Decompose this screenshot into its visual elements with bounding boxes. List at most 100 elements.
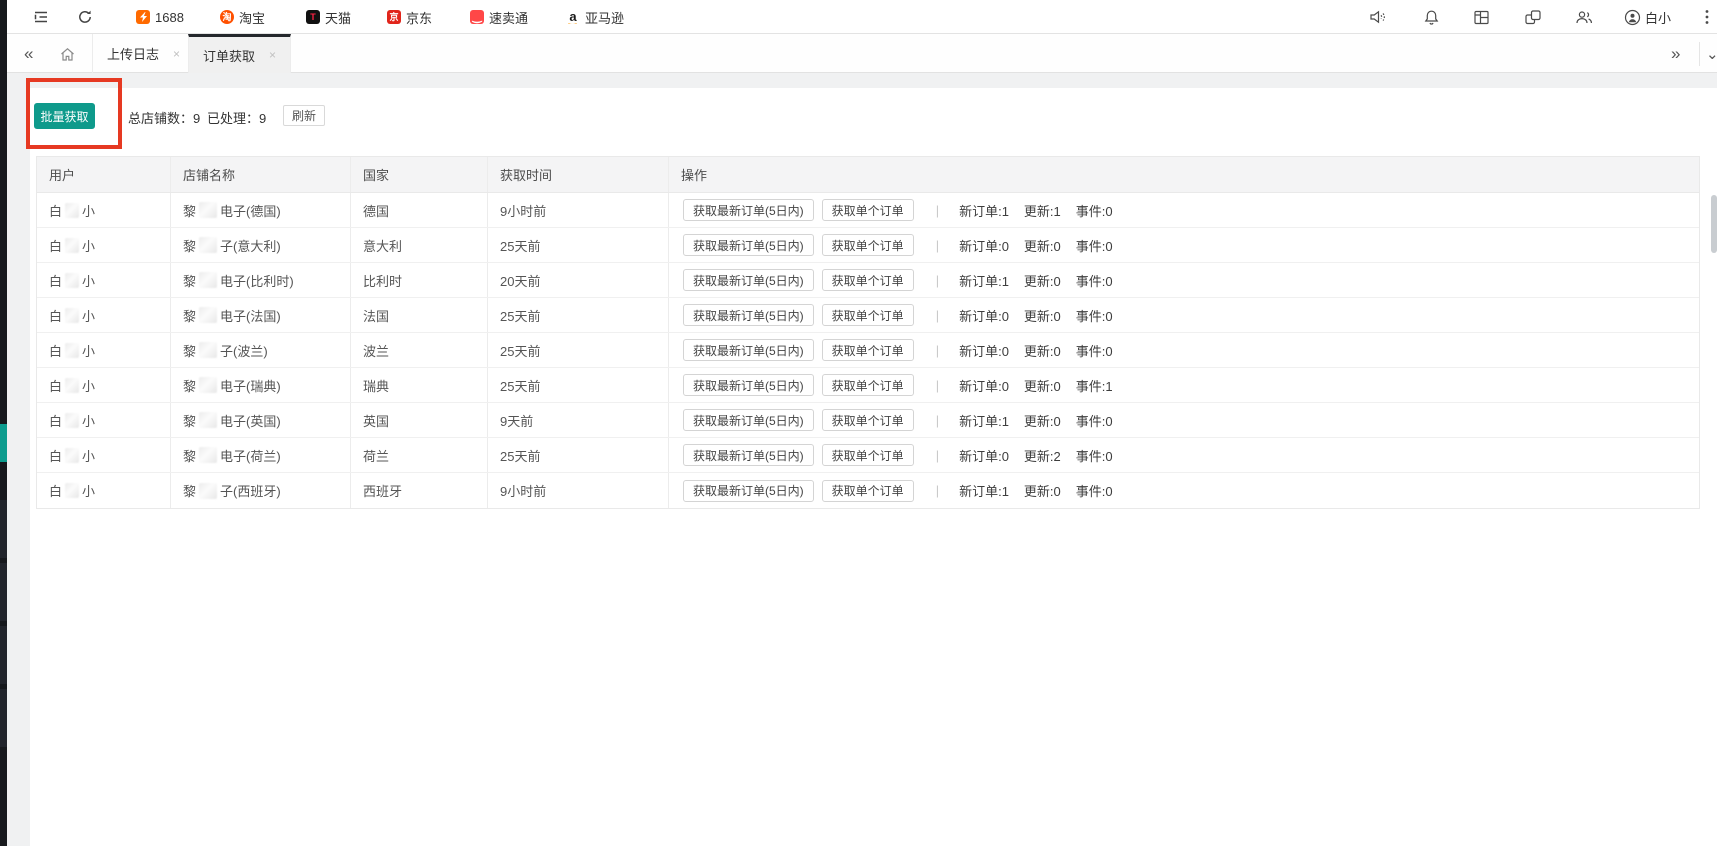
fetch-single-order-button[interactable]: 获取单个订单 [822, 339, 914, 361]
user-name-suffix: 小 [82, 481, 95, 500]
updates-stat: 更新:2 [1024, 446, 1061, 465]
notification-bell-icon[interactable] [1423, 0, 1440, 34]
user-name-prefix: 白 [49, 271, 62, 290]
col-header-user: 用户 [37, 157, 171, 192]
bookmark-1688[interactable]: 1688 [136, 0, 184, 34]
actions-cell: 获取最新订单(5日内) 获取单个订单 | 新订单:1 更新:1 事件:0 [669, 193, 1699, 227]
bookmark-tmall-icon: T [306, 10, 320, 24]
fetch-time-cell: 25天前 [488, 228, 669, 262]
bookmark-label: 天猫 [325, 8, 351, 27]
censored-text [199, 307, 217, 323]
table-body: 白 小 黎 电子(德国) 德国 9小时前 获取最新订单(5日内) 获取单个订单 … [37, 193, 1699, 508]
order-fetch-panel: 批量获取 总店铺数：9 已处理：9 刷新 用户 店铺名称 国家 获取时间 操作 … [30, 88, 1717, 846]
shop-name-prefix: 黎 [183, 411, 196, 430]
user-name-prefix: 白 [49, 306, 62, 325]
page-tab-bar: « 上传日志 × 订单获取 × » ⌄ [7, 34, 1717, 73]
censored-text [65, 343, 79, 358]
account-menu[interactable]: 白小 [1624, 0, 1671, 34]
bookmark-amazon[interactable]: a 亚马逊 [566, 0, 624, 34]
shop-name-prefix: 黎 [183, 236, 196, 255]
fetch-latest-orders-button[interactable]: 获取最新订单(5日内) [683, 199, 814, 221]
sidebar-strip-segment [0, 563, 7, 621]
new-orders-stat: 新订单:0 [959, 236, 1009, 255]
user-name-prefix: 白 [49, 376, 62, 395]
apps-grid-icon[interactable] [1473, 0, 1490, 34]
shop-name-suffix: 电子(德国) [220, 201, 281, 220]
home-tab-icon[interactable] [59, 34, 76, 73]
annotation-highlight-rect [26, 78, 122, 149]
tab-label: 订单获取 [203, 46, 255, 65]
tab-close-icon[interactable]: × [269, 48, 276, 62]
fetch-time-cell: 25天前 [488, 368, 669, 402]
events-stat: 事件:0 [1076, 201, 1113, 220]
total-shops-stat: 总店铺数：9 [128, 108, 200, 127]
fetch-single-order-button[interactable]: 获取单个订单 [822, 234, 914, 256]
fetch-latest-orders-button[interactable]: 获取最新订单(5日内) [683, 339, 814, 361]
refresh-icon[interactable] [77, 0, 93, 34]
tabs-scroll-right-icon[interactable]: » [1671, 34, 1680, 73]
fetch-latest-orders-button[interactable]: 获取最新订单(5日内) [683, 409, 814, 431]
new-orders-stat: 新订单:1 [959, 411, 1009, 430]
refresh-button[interactable]: 刷新 [283, 105, 325, 126]
events-stat: 事件:0 [1076, 411, 1113, 430]
fetch-latest-orders-button[interactable]: 获取最新订单(5日内) [683, 304, 814, 326]
fetch-single-order-button[interactable]: 获取单个订单 [822, 444, 914, 466]
shop-cell: 黎 电子(法国) [171, 298, 351, 332]
account-name: 白小 [1645, 8, 1671, 27]
fetch-latest-orders-button[interactable]: 获取最新订单(5日内) [683, 269, 814, 291]
menu-fold-icon[interactable] [33, 0, 49, 34]
fetch-single-order-button[interactable]: 获取单个订单 [822, 409, 914, 431]
tab-close-icon[interactable]: × [173, 47, 180, 61]
separator: | [936, 448, 939, 463]
tab-order-fetch[interactable]: 订单获取 × [188, 34, 291, 73]
tabs-menu-icon[interactable]: ⌄ [1706, 34, 1717, 73]
tabs-scroll-left-icon[interactable]: « [24, 34, 33, 73]
table-row: 白 小 黎 子(波兰) 波兰 25天前 获取最新订单(5日内) 获取单个订单 |… [37, 333, 1699, 368]
col-header-country: 国家 [351, 157, 488, 192]
sidebar-strip-segment [0, 626, 7, 684]
fetch-single-order-button[interactable]: 获取单个订单 [822, 480, 914, 502]
fetch-latest-orders-button[interactable]: 获取最新订单(5日内) [683, 480, 814, 502]
events-stat: 事件:1 [1076, 376, 1113, 395]
bookmark-label: 淘宝 [239, 8, 265, 27]
sidebar-active-indicator[interactable] [0, 424, 7, 462]
updates-stat: 更新:0 [1024, 411, 1061, 430]
tab-upload-log[interactable]: 上传日志 × [92, 34, 195, 73]
bookmark-taobao[interactable]: 淘 淘宝 [220, 0, 265, 34]
table-row: 白 小 黎 子(西班牙) 西班牙 9小时前 获取最新订单(5日内) 获取单个订单… [37, 473, 1699, 508]
fetch-single-order-button[interactable]: 获取单个订单 [822, 199, 914, 221]
new-orders-stat: 新订单:0 [959, 376, 1009, 395]
events-stat: 事件:0 [1076, 271, 1113, 290]
censored-text [65, 378, 79, 393]
shop-name-suffix: 电子(英国) [220, 411, 281, 430]
censored-text [199, 447, 217, 463]
browser-toolbar: 1688 淘 淘宝 T 天猫 京 京东 ‿ 速卖通 a 亚马逊 [7, 0, 1717, 34]
fetch-latest-orders-button[interactable]: 获取最新订单(5日内) [683, 444, 814, 466]
col-header-time: 获取时间 [488, 157, 669, 192]
censored-text [199, 342, 217, 358]
scrollbar-thumb[interactable] [1711, 195, 1717, 253]
fetch-latest-orders-button[interactable]: 获取最新订单(5日内) [683, 374, 814, 396]
fetch-single-order-button[interactable]: 获取单个订单 [822, 304, 914, 326]
censored-text [199, 412, 217, 428]
col-header-actions: 操作 [669, 157, 1699, 192]
censored-text [199, 202, 217, 218]
censored-text [199, 237, 217, 253]
bookmark-jd[interactable]: 京 京东 [387, 0, 432, 34]
fetch-single-order-button[interactable]: 获取单个订单 [822, 269, 914, 291]
users-icon[interactable] [1575, 0, 1593, 34]
bookmark-taobao-icon: 淘 [220, 10, 234, 24]
fetch-latest-orders-button[interactable]: 获取最新订单(5日内) [683, 234, 814, 256]
switch-windows-icon[interactable] [1524, 0, 1542, 34]
sound-icon[interactable] [1369, 0, 1387, 34]
censored-text [65, 238, 79, 253]
fetch-single-order-button[interactable]: 获取单个订单 [822, 374, 914, 396]
censored-text [199, 272, 217, 288]
shop-name-prefix: 黎 [183, 341, 196, 360]
new-orders-stat: 新订单:1 [959, 481, 1009, 500]
kebab-menu-icon[interactable] [1705, 0, 1709, 34]
bookmark-aliexpress-icon: ‿ [470, 10, 484, 24]
shop-name-suffix: 子(意大利) [220, 236, 281, 255]
bookmark-aliexpress[interactable]: ‿ 速卖通 [470, 0, 528, 34]
bookmark-tmall[interactable]: T 天猫 [306, 0, 351, 34]
